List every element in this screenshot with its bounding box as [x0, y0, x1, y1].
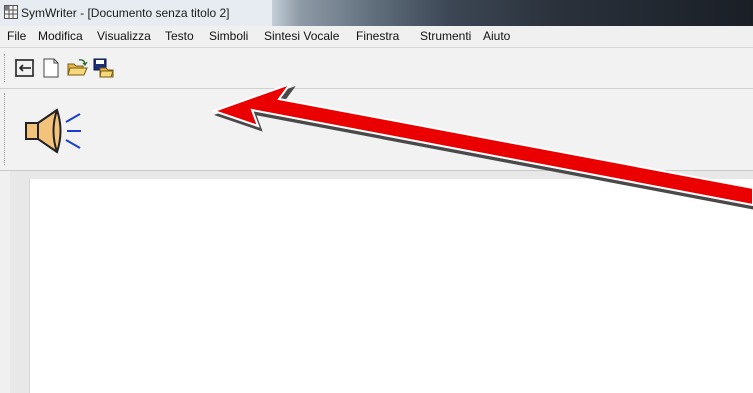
app-icon: [4, 5, 18, 19]
open-folder-icon[interactable]: [66, 57, 88, 79]
menu-visualizza[interactable]: Visualizza: [97, 29, 151, 44]
workspace-left-margin: [0, 171, 10, 393]
exit-icon[interactable]: [14, 57, 36, 79]
menu-testo[interactable]: Testo: [165, 29, 194, 44]
window-title: SymWriter - [Documento senza titolo 2]: [21, 6, 230, 20]
menu-bar: File Modifica Visualizza Testo Simboli S…: [0, 26, 753, 48]
menu-file[interactable]: File: [7, 29, 26, 44]
speaker-icon[interactable]: [24, 108, 104, 158]
menu-simboli[interactable]: Simboli: [209, 29, 248, 44]
toolbar-grip[interactable]: [4, 54, 8, 82]
menu-sintesi-vocale[interactable]: Sintesi Vocale: [264, 29, 339, 44]
document-workspace: [0, 171, 753, 393]
menu-finestra[interactable]: Finestra: [356, 29, 399, 44]
speech-toolbar: [0, 89, 753, 171]
save-as-icon[interactable]: [92, 57, 114, 79]
new-document-icon[interactable]: [40, 57, 62, 79]
document-page[interactable]: [30, 179, 753, 393]
menu-strumenti[interactable]: Strumenti: [420, 29, 471, 44]
title-bar: SymWriter - [Documento senza titolo 2]: [0, 0, 753, 26]
speech-toolbar-grip[interactable]: [4, 93, 8, 165]
main-toolbar: [0, 48, 753, 89]
menu-modifica[interactable]: Modifica: [38, 29, 83, 44]
menu-aiuto[interactable]: Aiuto: [483, 29, 510, 44]
